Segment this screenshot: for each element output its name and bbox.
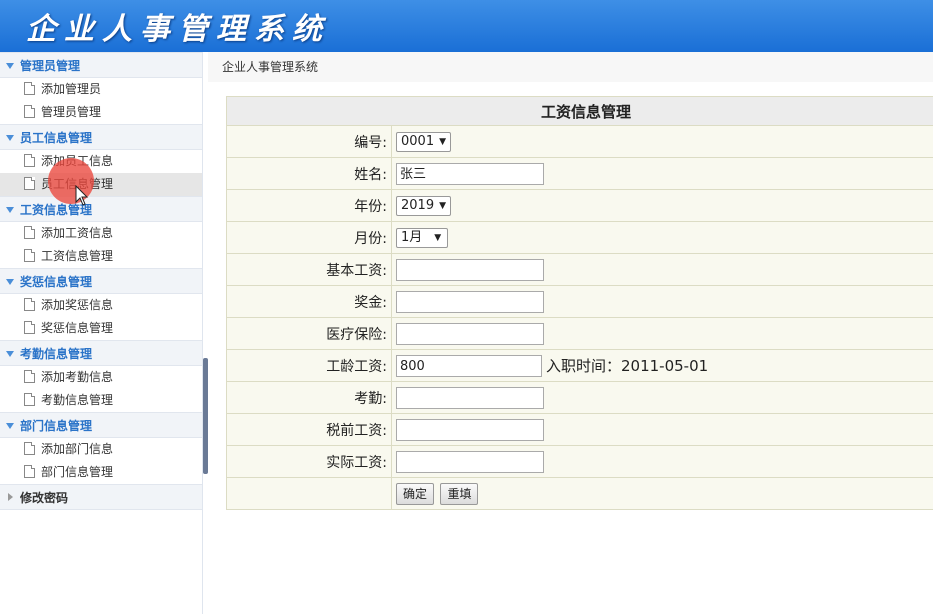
salary-form: 工资信息管理 编号: 0001 ▼ 姓名: 张三 年份: 2019 ▼ 月份: 1月… — [226, 96, 933, 510]
medical-insurance-field[interactable] — [396, 322, 544, 345]
year-select-value: 2019 — [401, 197, 435, 213]
sidebar-item-manage-salary[interactable]: 工资信息管理 — [0, 245, 202, 268]
reset-button[interactable]: 重填 — [440, 482, 479, 505]
breadcrumb: 企业人事管理系统 — [208, 52, 933, 82]
seniority-salary-field[interactable]: 800 — [396, 354, 542, 377]
empty-cell — [226, 477, 392, 510]
month-select-value: 1月 — [401, 229, 423, 245]
document-icon — [24, 154, 35, 167]
hire-date-note: 入职时间：2011-05-01 — [546, 357, 709, 375]
sidebar-group-employee[interactable]: 员工信息管理 — [0, 124, 202, 150]
sidebar-item-label: 管理员管理 — [41, 105, 102, 119]
app-title: 企业人事管理系统 — [26, 12, 330, 47]
expand-icon — [6, 279, 14, 285]
document-icon — [24, 321, 35, 334]
sidebar-item-add-employee[interactable]: 添加员工信息 — [0, 150, 202, 173]
year-label: 年份: — [226, 189, 392, 222]
sidebar-item-label: 部门信息管理 — [41, 465, 114, 479]
dropdown-arrow-icon: ▼ — [439, 200, 447, 211]
actual-label: 实际工资: — [226, 445, 392, 478]
id-label: 编号: — [226, 125, 392, 158]
sidebar-item-label: 奖惩信息管理 — [41, 321, 114, 335]
header-banner: 企业人事管理系统 — [0, 0, 933, 52]
document-icon — [24, 465, 35, 478]
sidebar-item-label: 工资信息管理 — [41, 249, 114, 263]
expand-icon — [6, 423, 14, 429]
form-title: 工资信息管理 — [226, 96, 933, 126]
sidebar-group-attendance[interactable]: 考勤信息管理 — [0, 340, 202, 366]
sidebar-group-label: 管理员管理 — [20, 59, 81, 73]
pretax-label: 税前工资: — [226, 413, 392, 446]
base-salary-label: 基本工资: — [226, 253, 392, 286]
name-field[interactable]: 张三 — [396, 162, 544, 185]
medical-label: 医疗保险: — [226, 317, 392, 350]
sidebar: 管理员管理 添加管理员 管理员管理 员工信息管理 添加员工信息 员工信息管理 工… — [0, 52, 203, 614]
sidebar-group-reward[interactable]: 奖惩信息管理 — [0, 268, 202, 294]
sidebar-group-label: 奖惩信息管理 — [20, 275, 93, 289]
confirm-button[interactable]: 确定 — [396, 482, 435, 505]
attendance-label: 考勤: — [226, 381, 392, 414]
mouse-pointer-icon — [75, 185, 89, 206]
pretax-salary-field[interactable] — [396, 418, 544, 441]
sidebar-item-manage-reward[interactable]: 奖惩信息管理 — [0, 317, 202, 340]
bonus-field[interactable] — [396, 290, 544, 313]
sidebar-item-manage-employee[interactable]: 员工信息管理 — [0, 173, 202, 196]
sidebar-group-admin[interactable]: 管理员管理 — [0, 52, 202, 78]
month-label: 月份: — [226, 221, 392, 254]
sidebar-group-department[interactable]: 部门信息管理 — [0, 412, 202, 438]
document-icon — [24, 393, 35, 406]
document-icon — [24, 82, 35, 95]
sidebar-item-label: 添加考勤信息 — [41, 370, 114, 384]
sidebar-item-label: 考勤信息管理 — [41, 393, 114, 407]
document-icon — [24, 442, 35, 455]
dropdown-arrow-icon: ▼ — [439, 136, 447, 147]
sidebar-group-label: 修改密码 — [20, 491, 69, 505]
sidebar-group-change-password[interactable]: 修改密码 — [0, 484, 202, 510]
base-salary-field[interactable] — [396, 258, 544, 281]
sidebar-item-label: 添加工资信息 — [41, 226, 114, 240]
dropdown-arrow-icon: ▼ — [434, 232, 442, 243]
document-icon — [24, 298, 35, 311]
sidebar-group-salary[interactable]: 工资信息管理 — [0, 196, 202, 222]
sidebar-group-label: 员工信息管理 — [20, 131, 93, 145]
sidebar-item-label: 添加奖惩信息 — [41, 298, 114, 312]
id-select-value: 0001 — [401, 133, 435, 149]
expand-icon — [6, 207, 14, 213]
sidebar-group-label: 部门信息管理 — [20, 419, 93, 433]
document-icon — [24, 249, 35, 262]
sidebar-item-manage-attendance[interactable]: 考勤信息管理 — [0, 389, 202, 412]
sidebar-item-manage-admin[interactable]: 管理员管理 — [0, 101, 202, 124]
id-select[interactable]: 0001 ▼ — [396, 131, 452, 152]
sidebar-item-add-salary[interactable]: 添加工资信息 — [0, 222, 202, 245]
seniority-label: 工龄工资: — [226, 349, 392, 382]
expand-icon — [6, 351, 14, 357]
sidebar-item-add-department[interactable]: 添加部门信息 — [0, 438, 202, 461]
document-icon — [24, 105, 35, 118]
sidebar-item-add-attendance[interactable]: 添加考勤信息 — [0, 366, 202, 389]
collapse-icon — [8, 493, 13, 501]
sidebar-item-label: 添加管理员 — [41, 82, 102, 96]
expand-icon — [6, 63, 14, 69]
actual-salary-field[interactable] — [396, 450, 544, 473]
bonus-label: 奖金: — [226, 285, 392, 318]
document-icon — [24, 226, 35, 239]
document-icon — [24, 370, 35, 383]
sidebar-item-add-reward[interactable]: 添加奖惩信息 — [0, 294, 202, 317]
sidebar-item-label: 添加部门信息 — [41, 442, 114, 456]
name-label: 姓名: — [226, 157, 392, 190]
main-content: 企业人事管理系统 工资信息管理 编号: 0001 ▼ 姓名: 张三 年份: 201… — [208, 52, 933, 614]
expand-icon — [6, 135, 14, 141]
month-select[interactable]: 1月 ▼ — [396, 227, 449, 248]
sidebar-group-label: 考勤信息管理 — [20, 347, 93, 361]
sidebar-item-manage-department[interactable]: 部门信息管理 — [0, 461, 202, 484]
document-icon — [24, 177, 35, 190]
attendance-field[interactable] — [396, 386, 544, 409]
year-select[interactable]: 2019 ▼ — [396, 195, 452, 216]
sidebar-item-add-admin[interactable]: 添加管理员 — [0, 78, 202, 101]
